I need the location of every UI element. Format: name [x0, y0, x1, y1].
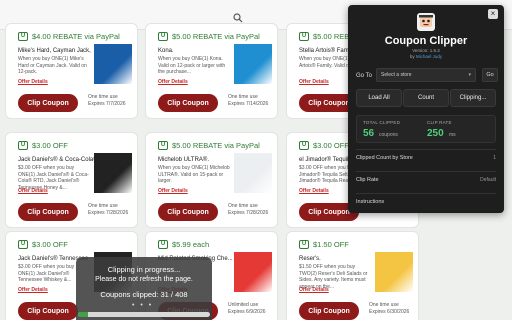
- offer-details-link[interactable]: Offer Details: [299, 287, 329, 293]
- progress-bar: [78, 312, 210, 317]
- loading-dots-icon: • • •: [132, 302, 154, 309]
- coupon-description: When you buy ONE(1) Mike's Hard or Cayma…: [18, 56, 87, 75]
- product-image: [234, 153, 272, 193]
- rebate-label: U $3.00 OFF: [18, 240, 68, 249]
- rebate-badge-icon: U: [299, 141, 309, 150]
- coupon-clipper-panel: × Coupon Clipper Version: 1.6.3 by Micha…: [348, 5, 504, 213]
- total-clipped-unit: coupons: [379, 132, 398, 138]
- coupon-card: U $4.00 REBATE via PayPal Mike's Hard, Cay…: [5, 23, 138, 119]
- search-icon[interactable]: [233, 13, 243, 23]
- clip-coupon-button[interactable]: Clip Coupon: [158, 203, 218, 221]
- load-all-button[interactable]: Load All: [356, 89, 402, 107]
- progress-warning: Please do not refresh the page.: [95, 276, 193, 283]
- offer-details-link[interactable]: Offer Details: [18, 79, 48, 85]
- clip-coupon-button[interactable]: Clip Coupon: [18, 94, 78, 112]
- author-link[interactable]: Michael Judy: [416, 54, 442, 59]
- coupon-card: U $5.00 REBATE via PayPal Kona. When you bu…: [145, 23, 278, 119]
- chevron-down-icon: ▾: [468, 72, 471, 78]
- rebate-label: U $1.50 OFF: [299, 240, 349, 249]
- progress-title: Clipping in progress...: [107, 265, 181, 274]
- store-select[interactable]: Select a store ▾: [376, 68, 476, 82]
- product-image: [375, 252, 413, 292]
- go-button[interactable]: Go: [482, 68, 498, 82]
- coupon-title: Michelob ULTRA®.: [158, 157, 209, 163]
- coupon-title: Kona.: [158, 48, 174, 54]
- rebate-label: U $5.00 REBATE via PayPal: [158, 141, 260, 150]
- clip-rate-label: CLIP RATE: [427, 120, 452, 125]
- app-title: Coupon Clipper: [384, 35, 468, 47]
- clip-coupon-button[interactable]: Clip Coupon: [299, 302, 359, 320]
- product-image: [94, 44, 132, 84]
- rebate-label: U $3.00 OFF: [18, 141, 68, 150]
- clip-coupon-button[interactable]: Clip Coupon: [18, 203, 78, 221]
- total-clipped-label: TOTAL CLIPPED: [363, 120, 401, 125]
- rebate-badge-icon: U: [158, 240, 168, 249]
- coupon-title: Stella Artois® Family: [299, 48, 355, 54]
- clip-coupon-button[interactable]: Clip Coupon: [158, 94, 218, 112]
- rebate-badge-icon: U: [18, 141, 28, 150]
- rebate-badge-icon: U: [299, 32, 309, 41]
- clip-rate-row[interactable]: Clip Rate Default: [356, 171, 496, 187]
- app-author: by Michael Judy: [409, 54, 443, 59]
- rebate-badge-icon: U: [299, 240, 309, 249]
- coupon-title: Reser's.: [299, 256, 321, 262]
- total-clipped-value: 56: [363, 128, 375, 139]
- coupon-card: U $1.50 OFF Reser's. $1.50 OFF when you buy…: [286, 231, 419, 320]
- offer-details-link[interactable]: Offer Details: [18, 287, 48, 293]
- coupon-usage: One time use Expires 7/28/2026: [88, 203, 129, 216]
- rebate-badge-icon: U: [18, 240, 28, 249]
- stats-box: TOTAL CLIPPED 56 coupons CLIP RATE 250 m…: [356, 115, 496, 143]
- coupon-usage: Unlimited use Expires 6/9/2026: [228, 302, 266, 315]
- coupon-description: When you buy ONE(1) Kona. Valid on 12-pa…: [158, 56, 226, 75]
- coupon-title: Mike's Hard, Cayman Jack,: [18, 48, 91, 54]
- coupon-card: U $5.00 REBATE via PayPal Michelob ULTRA®.…: [145, 132, 278, 228]
- logo-icon: [417, 13, 435, 31]
- coupon-usage: One time use Expires 7/7/2026: [88, 94, 126, 107]
- rebate-label: U $4.00 REBATE via PayPal: [18, 32, 120, 41]
- clip-coupon-button[interactable]: Clip Coupon: [18, 302, 78, 320]
- goto-label: Go To: [356, 73, 372, 79]
- rebate-badge-icon: U: [18, 32, 28, 41]
- clip-rate-value: 250: [427, 128, 444, 139]
- rebate-label: U $3.00 OFF: [299, 141, 349, 150]
- offer-details-link[interactable]: Offer Details: [158, 188, 188, 194]
- coupon-card: U $3.00 OFF Jack Daniel's® & Coca-Cola®...…: [5, 132, 138, 228]
- clipping-progress-overlay: Clipping in progress... Please do not re…: [76, 257, 212, 320]
- coupon-title: Jack Daniel's® & Coca-Cola®...: [18, 157, 103, 163]
- clip-rate-unit: ms: [449, 132, 456, 138]
- app-version: Version: 1.6.3: [412, 48, 440, 53]
- rebate-label: U $5.99 each: [158, 240, 209, 249]
- coupon-usage: One time use Expires 7/14/2026: [228, 94, 269, 107]
- product-image: [234, 252, 272, 292]
- offer-details-link[interactable]: Offer Details: [18, 188, 48, 194]
- progress-fill: [78, 312, 89, 317]
- coupon-description: When you buy ONE(1) Michelob ULTRA®. Val…: [158, 165, 230, 184]
- coupon-usage: One time use Expires 6/30/2026: [369, 302, 410, 315]
- product-image: [94, 153, 132, 193]
- count-button[interactable]: Count: [403, 89, 449, 107]
- rebate-badge-icon: U: [158, 32, 168, 41]
- clip-all-button[interactable]: Clipping...: [450, 89, 496, 107]
- coupon-usage: One time use Expires 7/28/2026: [228, 203, 269, 216]
- instructions-row[interactable]: Instructions: [356, 193, 496, 209]
- offer-details-link[interactable]: Offer Details: [299, 188, 329, 194]
- clipped-count-by-store-row[interactable]: Clipped Count by Store 1: [356, 149, 496, 165]
- product-image: [234, 44, 272, 84]
- offer-details-link[interactable]: Offer Details: [299, 79, 329, 85]
- rebate-badge-icon: U: [158, 141, 168, 150]
- close-icon[interactable]: ×: [488, 9, 498, 19]
- offer-details-link[interactable]: Offer Details: [158, 79, 188, 85]
- progress-count: Coupons clipped: 31 / 408: [100, 290, 188, 299]
- rebate-label: U $5.00 REBATE via PayPal: [158, 32, 260, 41]
